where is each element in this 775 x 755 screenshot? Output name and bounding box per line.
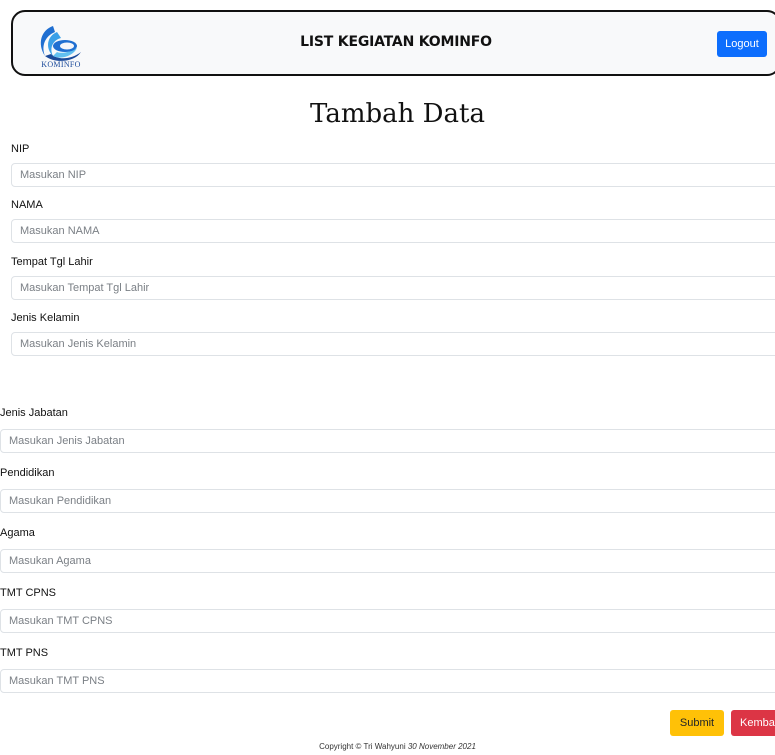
jenis-kelamin-label: Jenis Kelamin (11, 312, 80, 324)
pendidikan-label: Pendidikan (0, 467, 55, 479)
tmt-cpns-label: TMT CPNS (0, 587, 57, 599)
jenis-jabatan-label: Jenis Jabatan (0, 407, 68, 419)
jenis-kelamin-input[interactable] (11, 332, 775, 356)
tempat-tgl-lahir-label: Tempat Tgl Lahir (11, 256, 93, 268)
tempat-tgl-lahir-input[interactable] (11, 276, 775, 300)
nama-label: NAMA (11, 199, 43, 211)
tmt-cpns-input[interactable] (0, 609, 775, 633)
nama-input[interactable] (11, 219, 775, 243)
tmt-pns-label: TMT PNS (0, 647, 49, 659)
agama-input[interactable] (0, 549, 775, 573)
tmt-pns-input[interactable] (0, 669, 775, 693)
nip-input[interactable] (11, 163, 775, 187)
pendidikan-input[interactable] (0, 489, 775, 513)
jenis-jabatan-input[interactable] (0, 429, 775, 453)
app-title: LIST KEGIATAN KOMINFO (300, 34, 492, 50)
agama-label: Agama (0, 527, 35, 539)
copyright-text: Copyright © Tri Wahyuni (319, 742, 406, 751)
logo-text: KOMINFO (41, 60, 81, 69)
page: KOMINFO LIST KEGIATAN KOMINFO Logout Tam… (0, 0, 775, 755)
navbar: KOMINFO LIST KEGIATAN KOMINFO Logout (11, 10, 775, 76)
page-title: Tambah Data (310, 99, 485, 129)
nip-label: NIP (11, 143, 30, 155)
logout-button[interactable]: Logout (717, 31, 767, 57)
submit-button[interactable]: Submit (670, 710, 724, 736)
back-button[interactable]: Kemba (731, 710, 775, 736)
copyright-date: 30 November 2021 (407, 742, 476, 751)
footer: Copyright © Tri Wahyuni 30 November 2021 (0, 742, 775, 751)
